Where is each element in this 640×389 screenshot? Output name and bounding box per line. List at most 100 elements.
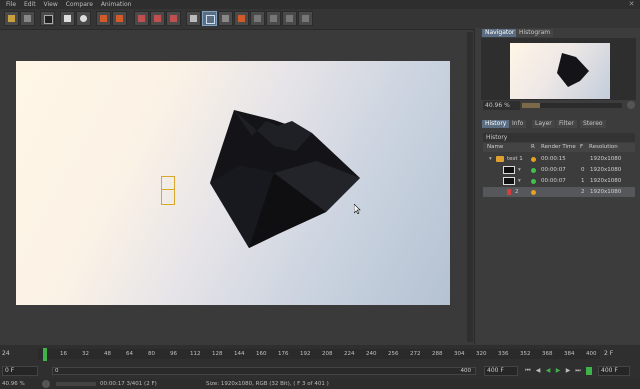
history-name: test 1: [507, 156, 523, 162]
status-bar: 40.96 % 00:00:17 3/401 (2 F) Size: 1920x…: [0, 379, 640, 389]
tick-label: 224: [344, 351, 355, 357]
settings-icon[interactable]: [134, 11, 149, 26]
tab-navigator[interactable]: Navigator: [482, 29, 518, 37]
go-to-start-icon[interactable]: ⏮: [524, 367, 532, 375]
menu-file[interactable]: File: [6, 0, 16, 9]
tick-label: 48: [104, 351, 111, 357]
picture-viewer-icon[interactable]: [112, 11, 127, 26]
history-row[interactable]: ▾ test 1 00:00:15 1920x1080: [483, 154, 635, 164]
history-frame: 1: [581, 178, 585, 184]
history-resolution: 1920x1080: [590, 189, 622, 195]
tick-label: 160: [256, 351, 267, 357]
render-region-icon[interactable]: [60, 11, 75, 26]
navigator-thumbnail[interactable]: [510, 43, 610, 99]
progress-bar: [56, 382, 96, 386]
tab-histogram[interactable]: Histogram: [516, 29, 554, 37]
go-to-end-icon[interactable]: ⏭: [574, 367, 582, 375]
render-view-icon[interactable]: [76, 11, 91, 26]
channel-icon[interactable]: [234, 11, 249, 26]
navigator-zoom-field[interactable]: 40.96 %: [483, 101, 520, 110]
col-resolution[interactable]: Resolution: [589, 143, 618, 152]
max-frame-field[interactable]: 400 F: [484, 366, 518, 376]
step-back-icon[interactable]: ◀: [534, 367, 542, 375]
tick-label: 352: [520, 351, 531, 357]
status-time: 00:00:17 3/401 (2 F): [100, 381, 157, 387]
mouse-cursor-icon: [353, 203, 362, 216]
tick-label: 208: [322, 351, 333, 357]
film-icon[interactable]: [40, 11, 55, 26]
tick-label: 400: [586, 351, 597, 357]
tab-filter[interactable]: Filter: [556, 120, 577, 128]
step-forward-icon[interactable]: ▶: [564, 367, 572, 375]
recording-icon: [507, 189, 511, 195]
col-render-time[interactable]: Render Time: [541, 143, 576, 152]
history-row[interactable]: ▾ 00:00:07 1 1920x1080: [483, 176, 635, 186]
chevron-down-icon[interactable]: ▾: [518, 165, 521, 175]
min-frame-field[interactable]: 0 F: [2, 366, 38, 376]
chevron-down-icon[interactable]: ▾: [518, 176, 521, 186]
history-frame: 0: [581, 167, 585, 173]
col-r[interactable]: R: [531, 143, 535, 152]
timeline-playhead[interactable]: [43, 348, 47, 361]
history-title: History: [483, 133, 635, 142]
save-icon[interactable]: [20, 11, 35, 26]
toolbar: [0, 9, 640, 30]
stereo-icon[interactable]: [298, 11, 313, 26]
b-icon[interactable]: [218, 11, 233, 26]
tick-label: 288: [432, 351, 443, 357]
history-resolution: 1920x1080: [590, 167, 622, 173]
zoom-options-button[interactable]: [627, 101, 635, 109]
tick-label: 112: [190, 351, 201, 357]
col-frame[interactable]: F: [580, 143, 583, 152]
render-region-box[interactable]: [161, 176, 175, 205]
folder-icon: [496, 156, 504, 162]
timeline-ruler[interactable]: 16 32 48 64 80 96 112 128 144 160 176 19…: [38, 349, 600, 359]
record-toggle[interactable]: [586, 367, 592, 375]
play-backward-icon[interactable]: ◀: [544, 367, 552, 375]
expand-icon[interactable]: ▾: [489, 154, 492, 164]
menu-edit[interactable]: Edit: [24, 0, 36, 9]
menu-view[interactable]: View: [44, 0, 58, 9]
tick-label: 320: [476, 351, 487, 357]
history-time: 00:00:07: [541, 178, 566, 184]
menu-compare[interactable]: Compare: [66, 0, 93, 9]
tick-label: 336: [498, 351, 509, 357]
a-icon[interactable]: [202, 11, 217, 26]
split-icon[interactable]: [186, 11, 201, 26]
layer-icon[interactable]: [266, 11, 281, 26]
max-frame-field-2[interactable]: 400 F: [598, 366, 630, 376]
history-header: Name R Render Time F Resolution: [483, 143, 635, 152]
viewport-scrollbar[interactable]: [467, 32, 473, 342]
history-row[interactable]: ▾ 00:00:07 0 1920x1080: [483, 165, 635, 175]
filter-icon[interactable]: [282, 11, 297, 26]
history-row-selected[interactable]: 2 2 1920x1080: [483, 187, 635, 197]
history-time: 00:00:15: [541, 156, 566, 162]
play-forward-icon[interactable]: ▶: [554, 367, 562, 375]
tick-label: 64: [126, 351, 133, 357]
col-name[interactable]: Name: [487, 143, 503, 152]
open-icon[interactable]: [4, 11, 19, 26]
tab-history[interactable]: History: [482, 120, 510, 128]
status-info: Size: 1920x1080, RGB (32 Bit), ( F 3 of …: [206, 381, 329, 387]
status-zoom: 40.96 %: [2, 381, 25, 387]
tick-label: 384: [564, 351, 575, 357]
tick-label: 368: [542, 351, 553, 357]
ab-icon[interactable]: [166, 11, 181, 26]
zoom-menu-icon[interactable]: [42, 380, 50, 388]
current-frame-label: 2 F: [604, 350, 614, 357]
status-dot: [531, 190, 536, 195]
tick-label: 240: [366, 351, 377, 357]
tick-label: 272: [410, 351, 421, 357]
tab-stereo[interactable]: Stereo: [580, 120, 606, 128]
render-icon[interactable]: [96, 11, 111, 26]
tick-label: 176: [278, 351, 289, 357]
grid-icon[interactable]: [250, 11, 265, 26]
tick-label: 32: [82, 351, 89, 357]
tab-info[interactable]: Info: [509, 120, 527, 128]
range-slider[interactable]: 0 400: [52, 367, 476, 375]
close-icon[interactable]: ✕: [627, 0, 636, 9]
compare-icon[interactable]: [150, 11, 165, 26]
start-frame-label: 24: [2, 350, 10, 357]
tab-layer[interactable]: Layer: [532, 120, 555, 128]
menu-animation[interactable]: Animation: [101, 0, 132, 9]
